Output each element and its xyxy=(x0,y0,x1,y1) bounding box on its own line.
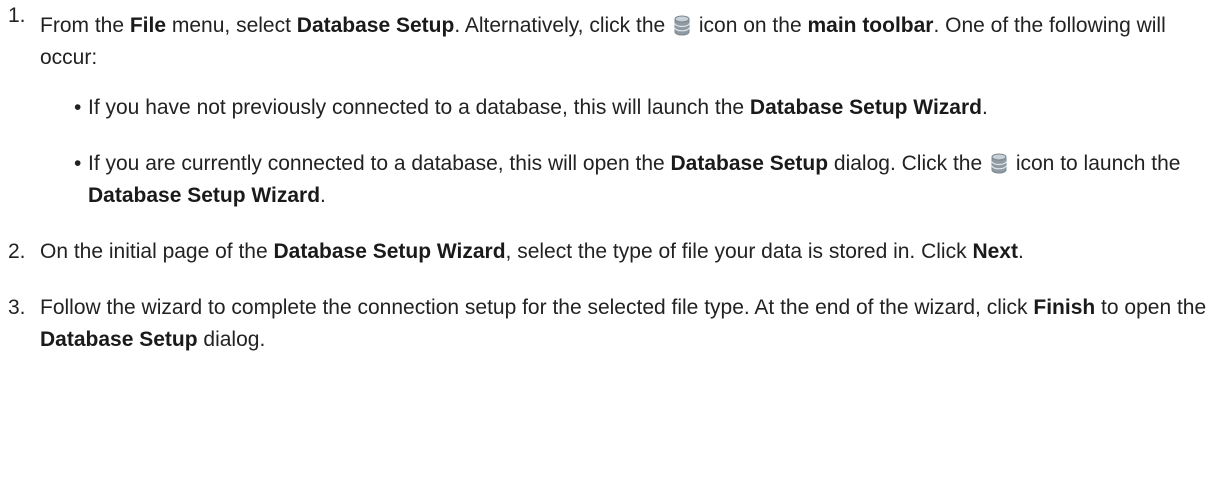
step-3: 3. Follow the wizard to complete the con… xyxy=(0,292,1228,356)
step-1: 1. From the File menu, select Database S… xyxy=(0,0,1228,212)
database-setup-wizard-term: Database Setup Wizard xyxy=(273,240,506,263)
next-button-term: Next xyxy=(972,240,1018,263)
database-setup-term: Database Setup xyxy=(40,328,198,351)
finish-button-term: Finish xyxy=(1033,296,1096,319)
file-menu-term: File xyxy=(129,14,167,37)
database-setup-term: Database Setup xyxy=(296,14,455,37)
instruction-document: 1. From the File menu, select Database S… xyxy=(0,0,1228,356)
step-number: 3. xyxy=(8,296,26,319)
database-icon xyxy=(674,14,690,36)
outcome-item: • If you have not previously connected t… xyxy=(40,92,1228,124)
database-setup-wizard-term: Database Setup Wizard xyxy=(749,96,982,119)
bullet-marker: • xyxy=(74,96,82,119)
database-icon xyxy=(991,152,1007,174)
step-2: 2. On the initial page of the Database S… xyxy=(0,236,1228,268)
step-text: Follow the wizard to complete the connec… xyxy=(40,296,1207,351)
outcome-item: • If you are currently connected to a da… xyxy=(40,148,1228,212)
step-number: 1. xyxy=(8,4,26,27)
step-text: On the initial page of the Database Setu… xyxy=(40,240,1024,263)
database-setup-wizard-term: Database Setup Wizard xyxy=(88,184,321,207)
database-setup-term: Database Setup xyxy=(670,152,829,175)
main-toolbar-term: main toolbar xyxy=(807,14,934,37)
outcome-list: • If you have not previously connected t… xyxy=(40,92,1228,212)
step-text: From the File menu, select Database Setu… xyxy=(40,14,1166,69)
bullet-marker: • xyxy=(74,152,82,175)
step-number: 2. xyxy=(8,240,26,263)
steps-list: 1. From the File menu, select Database S… xyxy=(0,0,1228,356)
